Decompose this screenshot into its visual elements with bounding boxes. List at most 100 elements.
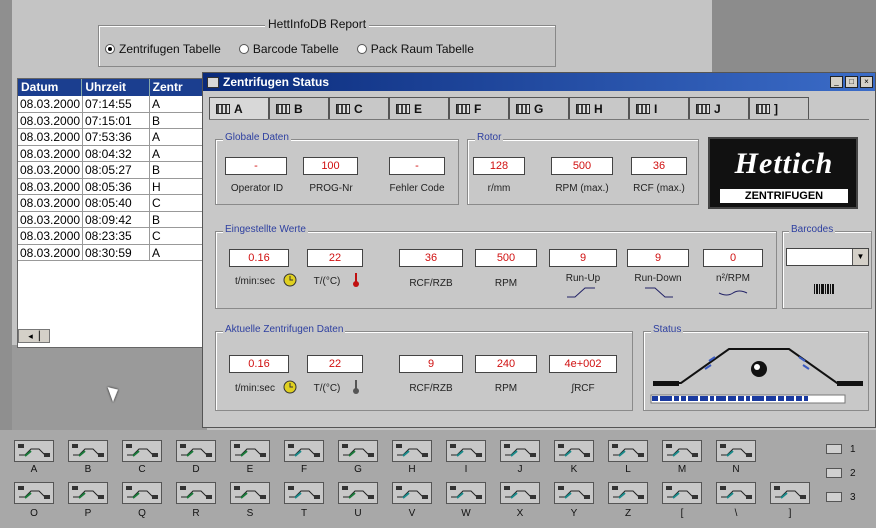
centrifuge-icon <box>456 103 470 114</box>
machine-button-r1-4[interactable] <box>176 440 216 462</box>
table-cell: 08.03.2000 <box>18 162 83 179</box>
centrifuge-curve-icon <box>234 444 266 457</box>
clock-icon <box>283 273 297 287</box>
machine-button-r2-3[interactable] <box>122 482 162 504</box>
machine-button-r1-1[interactable] <box>14 440 54 462</box>
radio-pack-raum-tabelle[interactable]: Pack Raum Tabelle <box>356 42 474 56</box>
machine-button-r2-12[interactable] <box>608 482 648 504</box>
machine-button-r1-8[interactable] <box>392 440 432 462</box>
right-gray-panel <box>712 0 876 80</box>
tab-label: A <box>234 101 243 116</box>
machine-button-r2-14[interactable] <box>716 482 756 504</box>
machine-label: ] <box>788 508 792 519</box>
barcode-select[interactable]: ▼ <box>786 248 869 266</box>
machine-button-r1-9[interactable] <box>446 440 486 462</box>
machine-button-r1-7[interactable] <box>338 440 378 462</box>
radio-barcode-tabelle[interactable]: Barcode Tabelle <box>238 42 339 56</box>
machine-button-r2-1[interactable] <box>14 482 54 504</box>
data-table[interactable]: Datum Uhrzeit Zentr 08.03.2000 07:14:55 A 0… <box>17 78 217 348</box>
header-uhrzeit[interactable]: Uhrzeit <box>82 79 150 96</box>
machine-button-r2-10[interactable] <box>500 482 540 504</box>
machine-button-r2-4[interactable] <box>176 482 216 504</box>
progress-segment <box>728 396 736 401</box>
tab-centrifuge-7[interactable]: H <box>569 97 629 119</box>
table-cell: 08.03.2000 <box>18 244 83 261</box>
table-row[interactable]: 08.03.2000 08:09:42 B <box>18 211 216 228</box>
machine-button-r2-13[interactable] <box>662 482 702 504</box>
table-row[interactable]: 08.03.2000 08:23:35 C <box>18 228 216 245</box>
table-row[interactable]: 08.03.2000 07:14:55 A <box>18 96 216 113</box>
machine-button-r1-14[interactable] <box>716 440 756 462</box>
tab-label: J <box>714 101 721 116</box>
machine-button-r2-5[interactable] <box>230 482 270 504</box>
table-row[interactable]: 08.03.2000 07:15:01 B <box>18 112 216 129</box>
machine-button-r2-9[interactable] <box>446 482 486 504</box>
table-row[interactable]: 08.03.2000 08:05:36 H <box>18 178 216 195</box>
side-toggle-1[interactable] <box>826 444 842 454</box>
maximize-button[interactable]: □ <box>845 76 858 88</box>
machine-button-r2-15[interactable] <box>770 482 810 504</box>
radio-label: Barcode Tabelle <box>252 42 339 56</box>
table-row[interactable]: 08.03.2000 07:53:36 A <box>18 129 216 146</box>
radio-dot[interactable] <box>105 44 115 54</box>
horizontal-scrollbar[interactable]: ◂▕ <box>18 329 50 343</box>
chevron-down-icon[interactable]: ▼ <box>852 249 868 265</box>
minimize-button[interactable]: _ <box>830 76 843 88</box>
machine-button-r1-2[interactable] <box>68 440 108 462</box>
tab-centrifuge-3[interactable]: C <box>329 97 389 119</box>
table-row[interactable]: 08.03.2000 08:05:27 B <box>18 162 216 179</box>
tab-label: I <box>654 101 658 116</box>
n2-curve-icon <box>718 290 748 296</box>
tab-centrifuge-9[interactable]: J <box>689 97 749 119</box>
tab-centrifuge-8[interactable]: I <box>629 97 689 119</box>
machine-button-r2-11[interactable] <box>554 482 594 504</box>
tab-centrifuge-1[interactable]: A <box>209 97 269 119</box>
machine-button-r1-12[interactable] <box>608 440 648 462</box>
machine-button-r1-3[interactable] <box>122 440 162 462</box>
table-header: Datum Uhrzeit Zentr <box>18 79 216 96</box>
machine-button-r1-6[interactable] <box>284 440 324 462</box>
table-cell: 08.03.2000 <box>18 178 83 195</box>
set-temp-label: T/(°C) <box>313 276 341 287</box>
window-titlebar[interactable]: Zentrifugen Status <box>203 73 875 91</box>
tab-centrifuge-5[interactable]: F <box>449 97 509 119</box>
table-row[interactable]: 08.03.2000 08:05:40 C <box>18 195 216 212</box>
radio-zentrifugen-tabelle[interactable]: Zentrifugen Tabelle <box>105 42 221 56</box>
side-toggle-2[interactable] <box>826 468 842 478</box>
centrifuge-curve-icon <box>126 444 158 457</box>
table-row[interactable]: 08.03.2000 08:04:32 A <box>18 145 216 162</box>
machine-label: L <box>625 464 631 475</box>
side-toggle-3[interactable] <box>826 492 842 502</box>
table-cell: 08:05:36 <box>83 178 150 195</box>
r-mm-label: r/mm <box>487 183 511 194</box>
centrifuge-curve-icon <box>72 486 104 499</box>
tab-centrifuge-2[interactable]: B <box>269 97 329 119</box>
tab-centrifuge-6[interactable]: G <box>509 97 569 119</box>
tab-label: H <box>594 101 603 116</box>
machine-label: X <box>516 508 524 519</box>
progress-segment <box>688 396 698 401</box>
machine-label: K <box>570 464 578 475</box>
tab-centrifuge-4[interactable]: E <box>389 97 449 119</box>
machine-button-r2-2[interactable] <box>68 482 108 504</box>
machine-button-r2-8[interactable] <box>392 482 432 504</box>
machine-button-r1-5[interactable] <box>230 440 270 462</box>
centrifuge-curve-icon <box>18 444 50 457</box>
machine-label: M <box>677 464 687 475</box>
rcf-max-label: RCF (max.) <box>633 183 685 194</box>
machine-button-r2-7[interactable] <box>338 482 378 504</box>
header-datum[interactable]: Datum <box>18 79 83 96</box>
centrifuge-curve-icon <box>396 486 428 499</box>
window-icon <box>207 76 219 88</box>
radio-dot[interactable] <box>238 44 249 54</box>
machine-button-r1-11[interactable] <box>554 440 594 462</box>
set-temp-value: 22 <box>307 249 363 267</box>
centrifuge-curve-icon <box>504 486 536 499</box>
radio-dot[interactable] <box>356 44 367 54</box>
machine-button-r1-10[interactable] <box>500 440 540 462</box>
tab-centrifuge-10[interactable]: ] <box>749 97 809 119</box>
machine-button-r1-13[interactable] <box>662 440 702 462</box>
close-button[interactable]: × <box>860 76 873 88</box>
table-row[interactable]: 08.03.2000 08:30:59 A <box>18 244 216 261</box>
machine-button-r2-6[interactable] <box>284 482 324 504</box>
